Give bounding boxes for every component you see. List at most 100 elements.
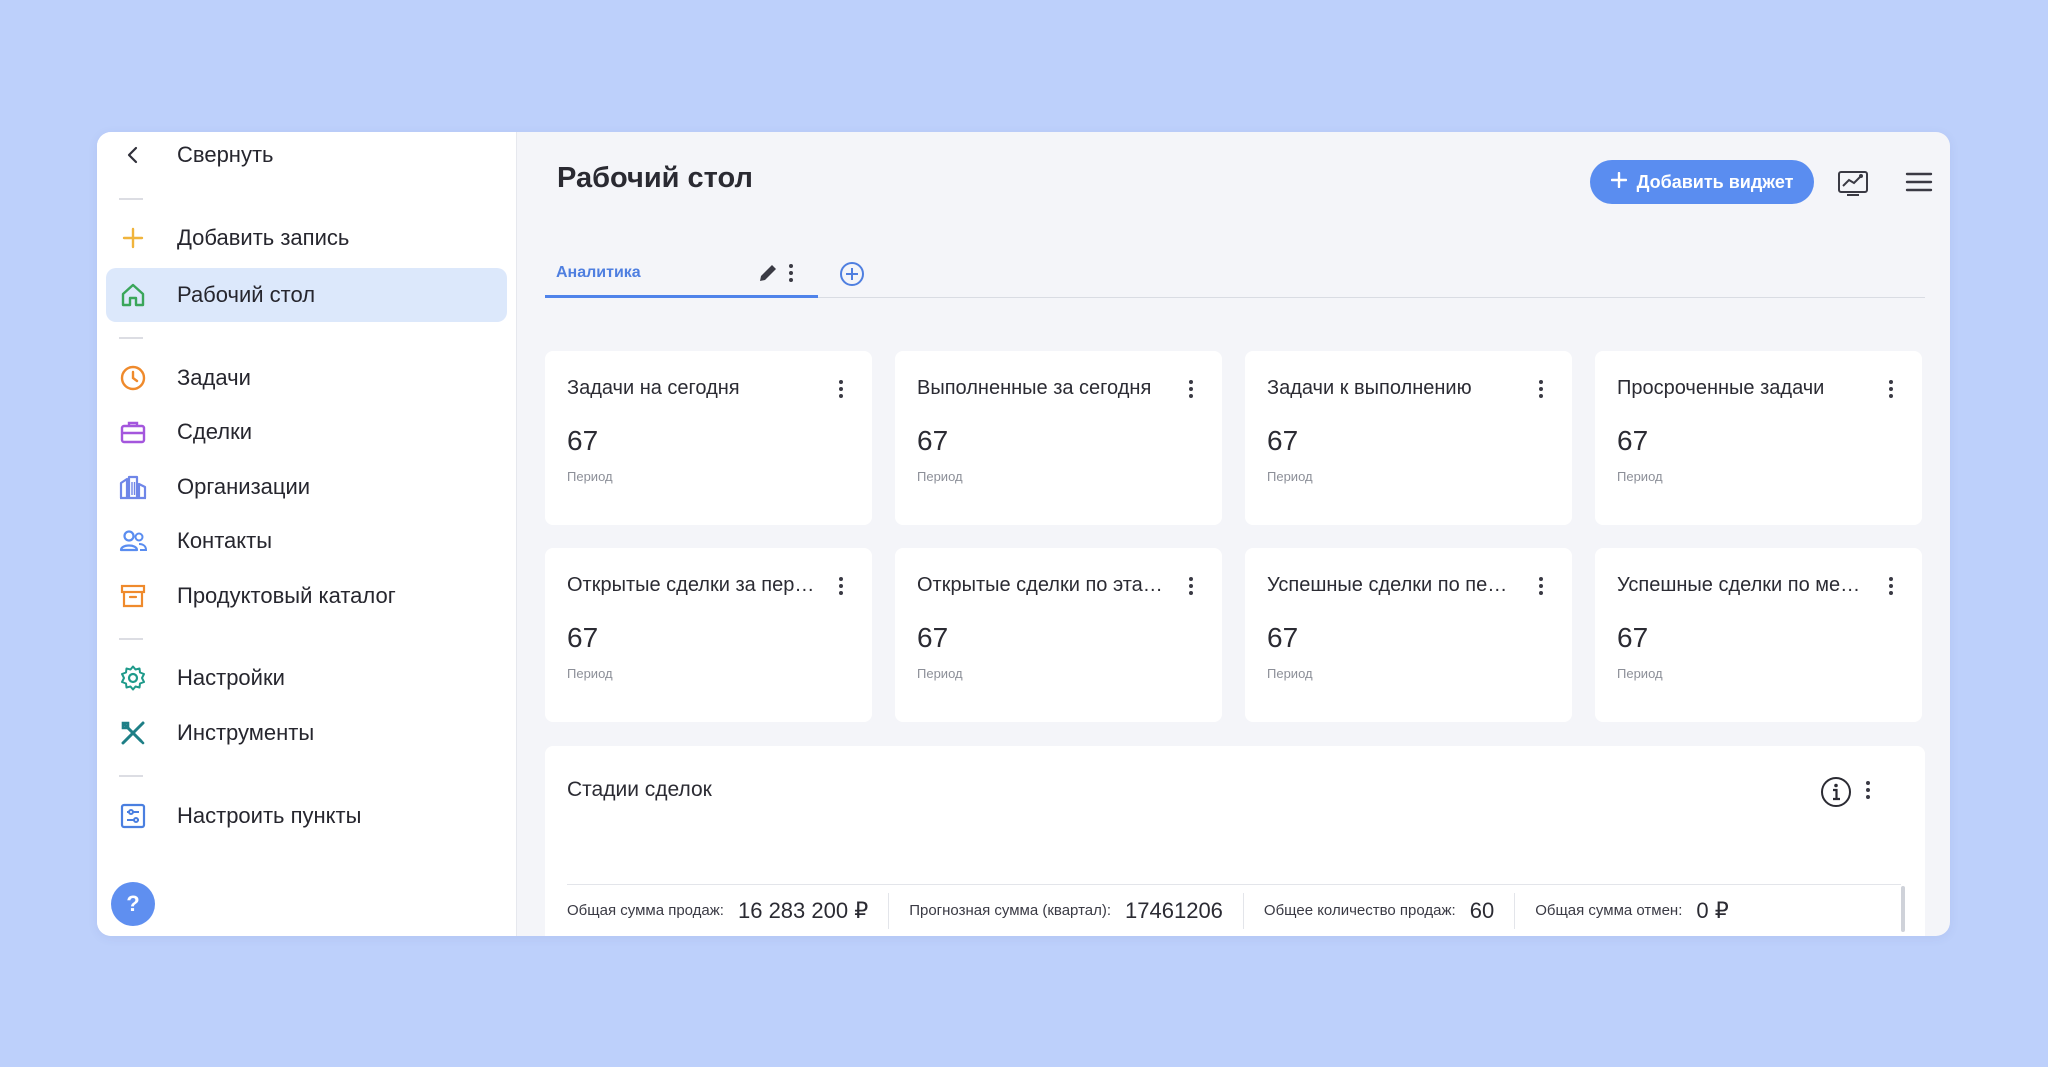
sidebar-item-label: Настроить пункты	[177, 803, 362, 828]
widget-card[interactable]: Задачи на сегодня 67 Период	[545, 351, 872, 525]
card-title: Открытые сделки по этапам	[917, 574, 1167, 596]
pencil-icon[interactable]	[757, 262, 779, 289]
sidebar-item-label: Продуктовый каталог	[177, 583, 396, 608]
app-window: Свернуть Добавить запись Рабочий стол За…	[97, 132, 1950, 936]
add-record-button[interactable]: Добавить запись	[106, 211, 507, 265]
sidebar-item-organizations[interactable]: Организации	[106, 460, 507, 514]
sidebar-item-label: Задачи	[177, 365, 251, 390]
plus-icon	[1610, 171, 1627, 193]
more-vertical-icon[interactable]	[1888, 576, 1894, 601]
deal-stages-title: Стадии сделок	[567, 778, 712, 801]
more-vertical-icon[interactable]	[1538, 379, 1544, 404]
widget-card[interactable]: Успешные сделки по менеджерам 67 Период	[1595, 548, 1922, 722]
help-button[interactable]: ?	[111, 882, 155, 926]
card-title: Успешные сделки по периоду	[1267, 574, 1517, 596]
more-vertical-icon[interactable]	[1888, 379, 1894, 404]
tab-bar: Аналитика	[545, 252, 1925, 298]
stat-cancellations: Общая сумма отмен: 0 ₽	[1515, 893, 1749, 929]
sidebar-collapse-label: Свернуть	[177, 142, 274, 167]
card-period: Период	[1267, 469, 1313, 484]
deal-stages-widget: Стадии сделок Общая сумма продаж: 16 283…	[545, 746, 1925, 936]
stat-total-sales: Общая сумма продаж: 16 283 200 ₽	[567, 892, 890, 929]
sidebar-item-contacts[interactable]: Контакты	[106, 514, 507, 568]
card-title: Задачи на сегодня	[567, 377, 740, 399]
add-tab-icon[interactable]	[839, 261, 865, 292]
card-value: 67	[1267, 425, 1299, 456]
sidebar-item-settings[interactable]: Настройки	[106, 651, 507, 705]
sidebar-item-label: Организации	[177, 474, 311, 499]
card-title: Просроченные задачи	[1617, 377, 1825, 399]
card-title: Задачи к выполнению	[1267, 377, 1472, 399]
more-vertical-icon[interactable]	[838, 379, 844, 404]
stat-value: 60	[1469, 897, 1495, 923]
analytics-icon[interactable]	[1835, 164, 1871, 200]
card-value: 67	[1617, 425, 1649, 456]
more-vertical-icon[interactable]	[788, 263, 794, 288]
tab-analytics[interactable]: Аналитика	[545, 252, 818, 298]
card-title: Выполненные за сегодня	[917, 377, 1152, 399]
more-vertical-icon[interactable]	[1188, 379, 1194, 404]
scrollbar[interactable]	[1901, 886, 1905, 932]
stat-label: Общее количество продаж:	[1263, 902, 1456, 919]
sidebar-item-tools[interactable]: Инструменты	[106, 706, 507, 760]
widget-card[interactable]: Выполненные за сегодня 67 Период	[895, 351, 1222, 525]
info-icon[interactable]	[1820, 776, 1852, 813]
widget-card[interactable]: Открытые сделки по этапам 67 Период	[895, 548, 1222, 722]
sidebar-item-deals[interactable]: Сделки	[106, 405, 507, 459]
stat-sales-count: Общее количество продаж: 60	[1244, 892, 1516, 929]
card-value: 67	[567, 622, 599, 653]
widget-card[interactable]: Открытые сделки за период 67 Период	[545, 548, 872, 722]
sidebar-item-label: Настройки	[177, 665, 285, 690]
sidebar-divider	[119, 638, 143, 640]
add-widget-label: Добавить виджет	[1636, 171, 1794, 192]
plus-icon	[118, 223, 148, 253]
sidebar-item-customize[interactable]: Настроить пункты	[106, 789, 507, 843]
sidebar-item-label: Контакты	[177, 528, 273, 553]
card-value: 67	[1267, 622, 1299, 653]
stat-value: 0 ₽	[1696, 897, 1729, 923]
sidebar-item-label: Инструменты	[177, 720, 315, 745]
sliders-icon	[118, 801, 148, 831]
tools-icon	[118, 718, 148, 748]
card-value: 67	[917, 425, 949, 456]
card-period: Период	[567, 469, 613, 484]
more-vertical-icon[interactable]	[838, 576, 844, 601]
add-record-label: Добавить запись	[177, 225, 350, 250]
widget-card[interactable]: Задачи к выполнению 67 Период	[1245, 351, 1572, 525]
card-period: Период	[1267, 666, 1313, 681]
briefcase-icon	[118, 417, 148, 447]
more-vertical-icon[interactable]	[1538, 576, 1544, 601]
card-title: Открытые сделки за период	[567, 574, 817, 596]
sidebar-item-catalog[interactable]: Продуктовый каталог	[106, 569, 507, 623]
clock-icon	[118, 363, 148, 393]
add-widget-button[interactable]: Добавить виджет	[1590, 160, 1814, 204]
stat-label: Общая сумма продаж:	[567, 902, 724, 919]
card-title: Успешные сделки по менеджерам	[1617, 574, 1867, 596]
card-period: Период	[917, 666, 963, 681]
main-content: Рабочий стол Добавить виджет Аналитика З…	[517, 132, 1950, 936]
card-period: Период	[1617, 666, 1663, 681]
card-value: 67	[917, 622, 949, 653]
chevron-left-icon	[118, 140, 148, 170]
menu-icon[interactable]	[1901, 164, 1937, 200]
people-icon	[118, 526, 148, 556]
sidebar-item-label: Рабочий стол	[177, 282, 316, 307]
stat-value: 17461206	[1125, 897, 1223, 923]
stat-label: Общая сумма отмен:	[1535, 902, 1683, 919]
sidebar-divider	[119, 337, 143, 339]
buildings-icon	[118, 472, 148, 502]
sidebar-collapse-button[interactable]: Свернуть	[106, 132, 507, 182]
sidebar-item-tasks[interactable]: Задачи	[106, 351, 507, 405]
more-vertical-icon[interactable]	[1865, 780, 1871, 805]
tab-label: Аналитика	[556, 264, 641, 281]
card-period: Период	[1617, 469, 1663, 484]
more-vertical-icon[interactable]	[1188, 576, 1194, 601]
home-icon	[118, 280, 148, 310]
sidebar-divider	[119, 775, 143, 777]
widget-card[interactable]: Успешные сделки по периоду 67 Период	[1245, 548, 1572, 722]
card-period: Период	[567, 666, 613, 681]
card-period: Период	[917, 469, 963, 484]
sidebar: Свернуть Добавить запись Рабочий стол За…	[97, 132, 517, 936]
sidebar-item-desktop[interactable]: Рабочий стол	[106, 268, 507, 322]
widget-card[interactable]: Просроченные задачи 67 Период	[1595, 351, 1922, 525]
